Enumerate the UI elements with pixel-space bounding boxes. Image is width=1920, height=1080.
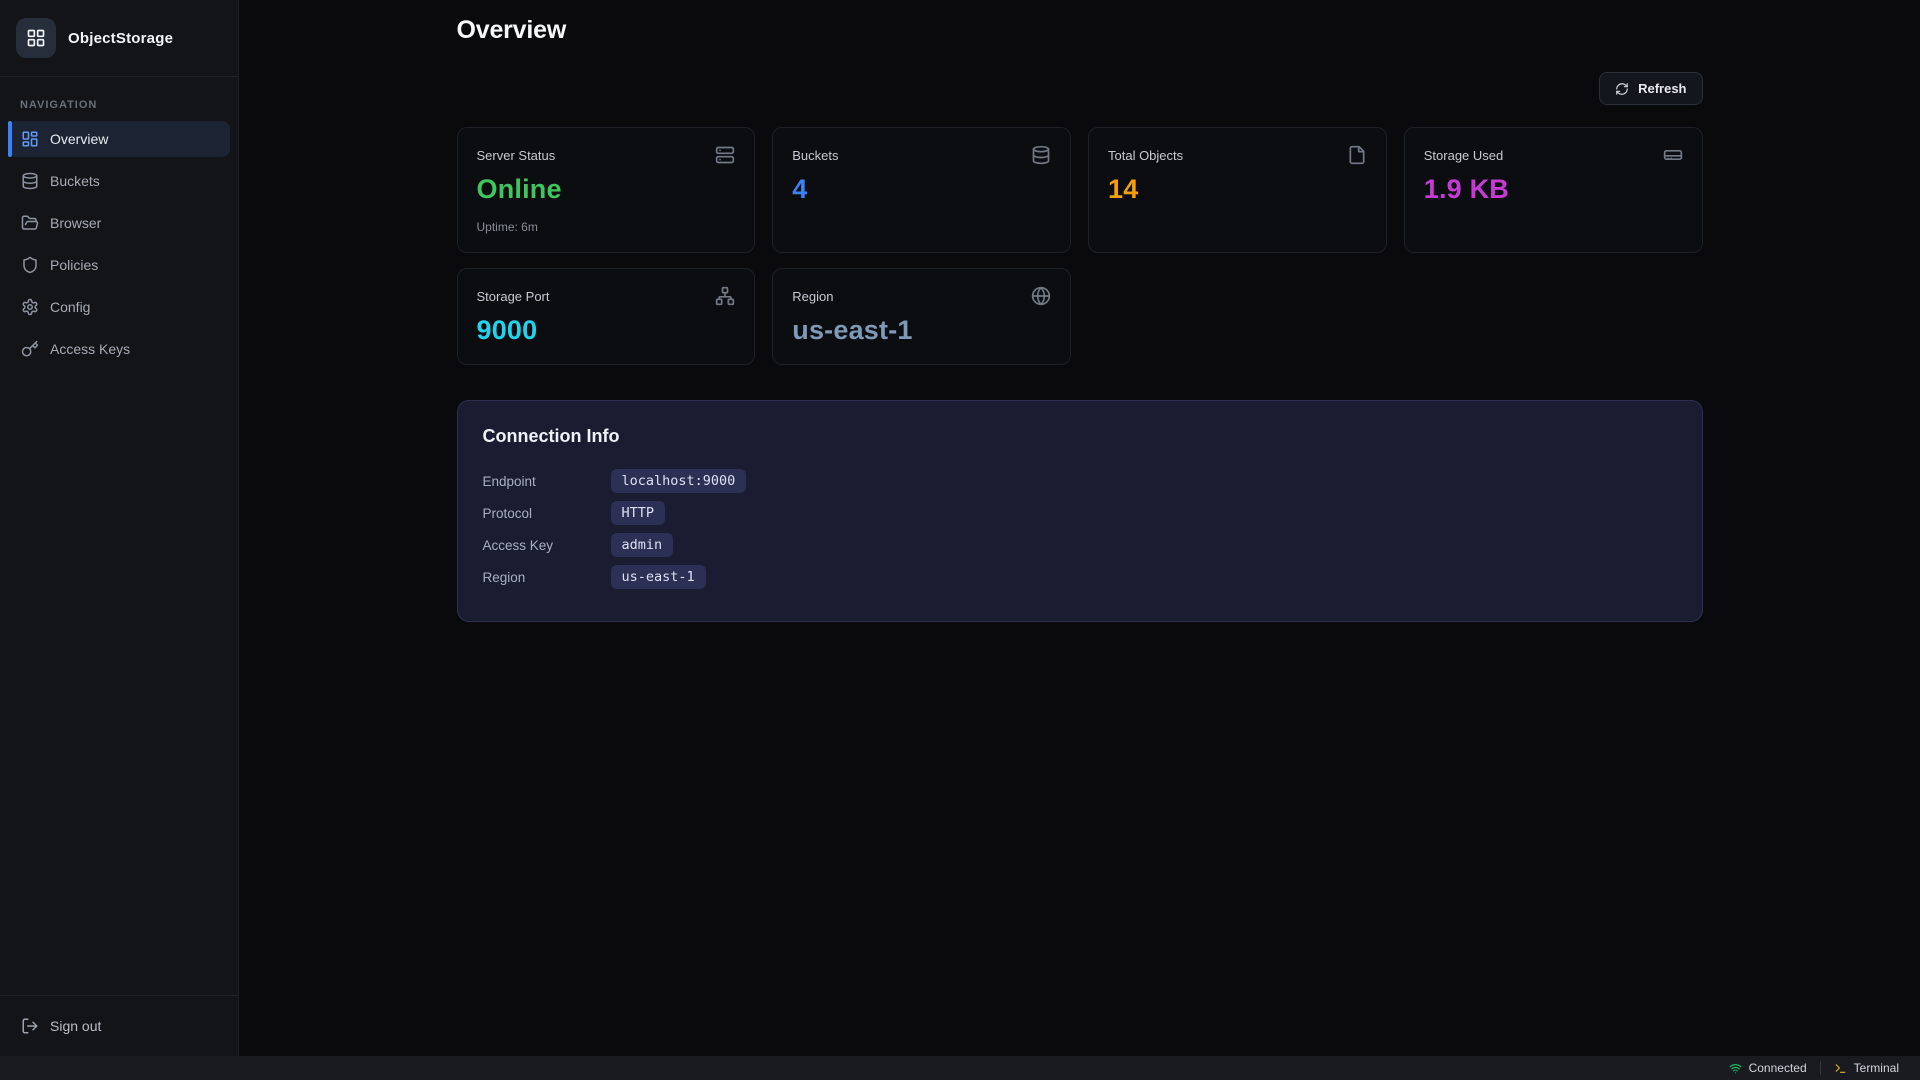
- nav-section-label: NAVIGATION: [0, 77, 238, 121]
- connection-info-row: ProtocolHTTP: [483, 501, 1677, 525]
- connection-status-label: Connected: [1749, 1061, 1807, 1075]
- status-bar: Connected Terminal: [0, 1056, 1920, 1080]
- stat-card-subtext: Uptime: 6m: [477, 220, 736, 234]
- connection-info-label: Region: [483, 570, 611, 585]
- sidebar-item-buckets[interactable]: Buckets: [8, 163, 230, 199]
- stat-card-value: 4: [792, 174, 1051, 205]
- stat-card-value: us-east-1: [792, 315, 1051, 346]
- connection-status-indicator: Connected: [1716, 1061, 1820, 1075]
- logout-icon: [21, 1017, 39, 1035]
- page-title: Overview: [457, 16, 1703, 45]
- stat-card-header: Region: [792, 286, 1051, 306]
- file-icon: [1347, 145, 1367, 165]
- database-icon: [1031, 145, 1051, 165]
- dashboard-icon: [21, 130, 39, 148]
- connection-info-label: Protocol: [483, 506, 611, 521]
- sign-out-button[interactable]: Sign out: [8, 1008, 230, 1044]
- stat-card-header: Buckets: [792, 145, 1051, 165]
- gear-icon: [21, 298, 39, 316]
- shield-icon: [21, 256, 39, 274]
- sign-out-label: Sign out: [50, 1018, 101, 1034]
- stat-card-value: Online: [477, 174, 736, 205]
- terminal-icon: [1834, 1062, 1847, 1075]
- terminal-label: Terminal: [1854, 1061, 1899, 1075]
- signout-section: Sign out: [0, 995, 238, 1056]
- connection-info-row: Access Keyadmin: [483, 533, 1677, 557]
- folder-icon: [21, 214, 39, 232]
- sidebar-item-label: Policies: [50, 257, 98, 273]
- server-icon: [715, 145, 735, 165]
- connection-info-value: localhost:9000: [611, 469, 747, 493]
- grid-logo-icon: [16, 18, 56, 58]
- stat-card-header: Server Status: [477, 145, 736, 165]
- sidebar: ObjectStorage NAVIGATION Overview Buckets…: [0, 0, 239, 1056]
- stat-card-label: Total Objects: [1108, 148, 1183, 163]
- main-area: Overview Refresh Server Status Online Upti…: [239, 0, 1920, 1056]
- connection-info-title: Connection Info: [483, 426, 1677, 447]
- network-icon: [715, 286, 735, 306]
- stat-card-region: Region us-east-1: [772, 268, 1071, 365]
- sidebar-item-overview[interactable]: Overview: [8, 121, 230, 157]
- wifi-icon: [1729, 1062, 1742, 1075]
- connection-info-panel: Connection Info Endpointlocalhost:9000Pr…: [457, 400, 1703, 622]
- stats-grid: Server Status Online Uptime: 6m Buckets 4 Tot…: [457, 127, 1703, 365]
- connection-info-label: Access Key: [483, 538, 611, 553]
- toolbar: Refresh: [457, 72, 1703, 105]
- stat-card-value: 9000: [477, 315, 736, 346]
- harddrive-icon: [1663, 145, 1683, 165]
- sidebar-item-label: Browser: [50, 215, 101, 231]
- key-icon: [21, 340, 39, 358]
- sidebar-item-label: Config: [50, 299, 90, 315]
- stat-card-label: Storage Port: [477, 289, 550, 304]
- sidebar-item-policies[interactable]: Policies: [8, 247, 230, 283]
- sidebar-spacer: [0, 373, 238, 995]
- globe-icon: [1031, 286, 1051, 306]
- terminal-toggle[interactable]: Terminal: [1821, 1061, 1912, 1075]
- sidebar-item-label: Access Keys: [50, 341, 130, 357]
- connection-info-rows: Endpointlocalhost:9000ProtocolHTTPAccess…: [483, 469, 1677, 589]
- stat-card-value: 1.9 KB: [1424, 174, 1683, 205]
- sidebar-item-access-keys[interactable]: Access Keys: [8, 331, 230, 367]
- connection-info-row: Regionus-east-1: [483, 565, 1677, 589]
- connection-info-value: us-east-1: [611, 565, 706, 589]
- refresh-icon: [1615, 82, 1629, 96]
- database-icon: [21, 172, 39, 190]
- app-title: ObjectStorage: [68, 30, 173, 47]
- nav-list: Overview Buckets Browser Policies Config Acce…: [0, 121, 238, 373]
- connection-info-value: HTTP: [611, 501, 666, 525]
- stat-card-total-objects: Total Objects 14: [1088, 127, 1387, 253]
- stat-card-server-status: Server Status Online Uptime: 6m: [457, 127, 756, 253]
- stat-card-label: Region: [792, 289, 833, 304]
- sidebar-item-label: Buckets: [50, 173, 100, 189]
- sidebar-item-label: Overview: [50, 131, 108, 147]
- sidebar-item-config[interactable]: Config: [8, 289, 230, 325]
- stat-card-label: Storage Used: [1424, 148, 1504, 163]
- sidebar-item-browser[interactable]: Browser: [8, 205, 230, 241]
- connection-info-label: Endpoint: [483, 474, 611, 489]
- app-logo: ObjectStorage: [0, 0, 238, 77]
- stat-card-header: Storage Port: [477, 286, 736, 306]
- refresh-button[interactable]: Refresh: [1599, 72, 1702, 105]
- stat-card-storage-port: Storage Port 9000: [457, 268, 756, 365]
- stat-card-value: 14: [1108, 174, 1367, 205]
- stat-card-header: Storage Used: [1424, 145, 1683, 165]
- refresh-label: Refresh: [1638, 81, 1686, 96]
- stat-card-label: Server Status: [477, 148, 556, 163]
- app-window: ObjectStorage NAVIGATION Overview Buckets…: [0, 0, 1920, 1056]
- connection-info-value: admin: [611, 533, 674, 557]
- stat-card-storage-used: Storage Used 1.9 KB: [1404, 127, 1703, 253]
- stat-card-label: Buckets: [792, 148, 838, 163]
- stat-card-buckets: Buckets 4: [772, 127, 1071, 253]
- stat-card-header: Total Objects: [1108, 145, 1367, 165]
- connection-info-row: Endpointlocalhost:9000: [483, 469, 1677, 493]
